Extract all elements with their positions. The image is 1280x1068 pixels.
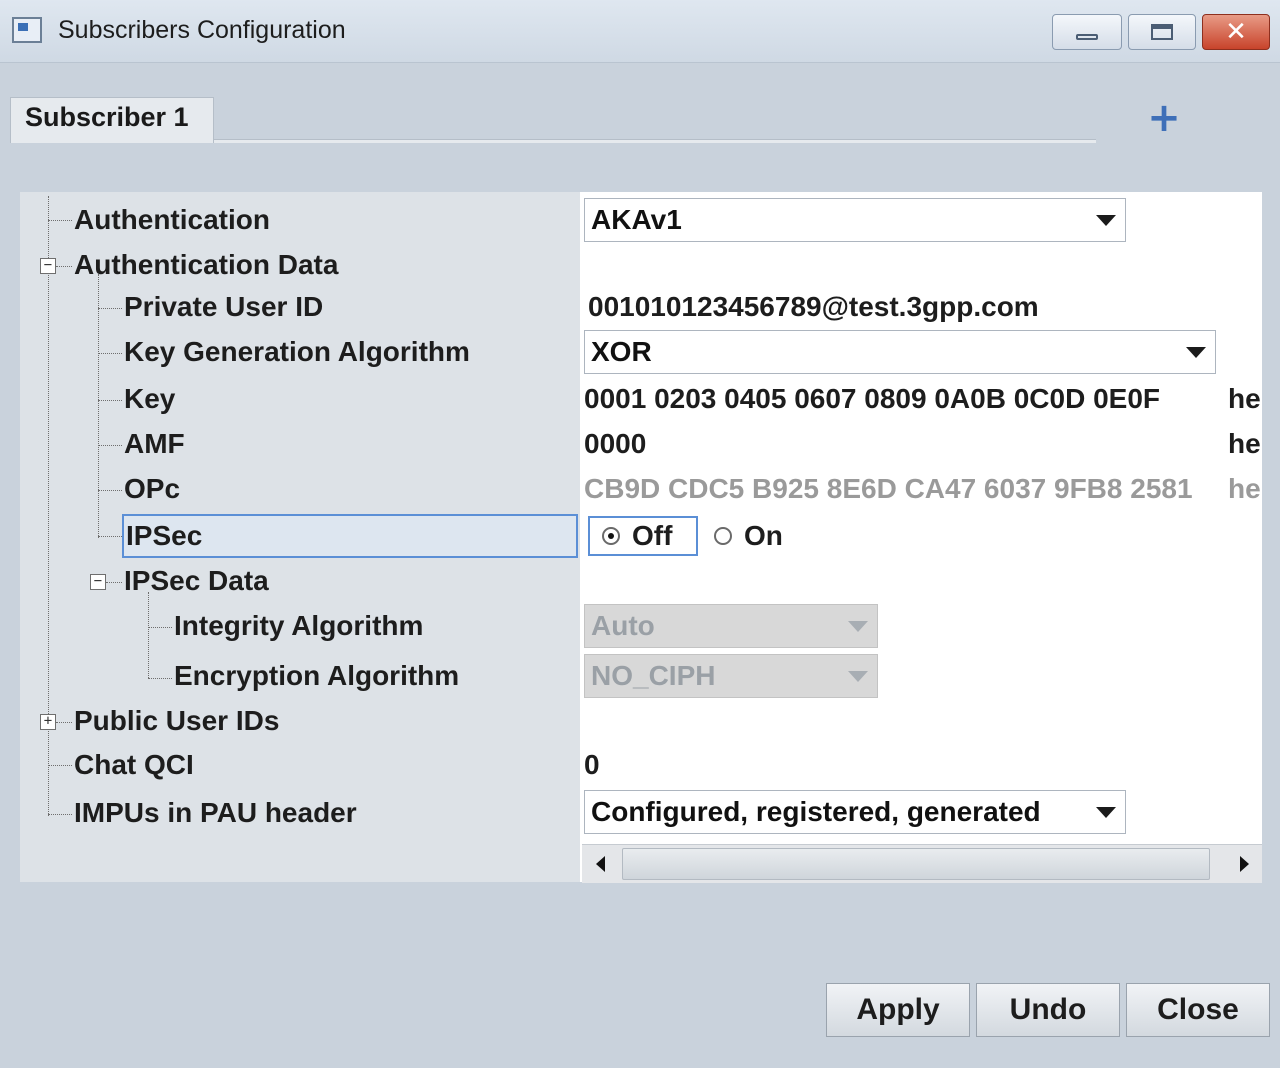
dropdown-arrow-icon[interactable] [1087, 791, 1125, 833]
tree-item-key[interactable]: Key [124, 383, 175, 415]
encryption-algorithm-select: NO_CIPH [584, 654, 878, 698]
tree-item-amf[interactable]: AMF [124, 428, 185, 460]
tree-item-encryption-algorithm[interactable]: Encryption Algorithm [174, 660, 459, 692]
key-value[interactable]: 0001 0203 0405 0607 0809 0A0B 0C0D 0E0F [584, 383, 1160, 415]
tree-item-key-generation-algorithm[interactable]: Key Generation Algorithm [124, 336, 470, 368]
tree-connector [106, 582, 122, 583]
app-icon [12, 17, 42, 43]
tree-item-authentication[interactable]: Authentication [74, 204, 270, 236]
impus-in-pau-header-value: Configured, registered, generated [591, 796, 1041, 827]
property-tree: Authentication − Authentication Data Pri… [20, 192, 580, 882]
tree-connector [98, 274, 99, 538]
window-title: Subscribers Configuration [58, 16, 346, 44]
tree-item-private-user-id[interactable]: Private User ID [124, 291, 323, 323]
apply-button[interactable]: Apply [826, 983, 970, 1037]
tree-connector [48, 814, 72, 815]
horizontal-scrollbar[interactable] [582, 844, 1262, 883]
key-unit-label: he [1228, 383, 1261, 414]
tab-label: Subscriber 1 [25, 102, 189, 132]
key-generation-algorithm-select[interactable]: XOR [584, 330, 1216, 374]
dropdown-arrow-icon [839, 655, 877, 697]
property-values: AKAv1 001010123456789@test.3gpp.com XOR … [580, 192, 1262, 882]
scroll-left-button[interactable] [582, 845, 618, 883]
ipsec-off-label: Off [632, 520, 673, 551]
radio-selected-icon [602, 527, 620, 545]
tree-item-public-user-ids[interactable]: Public User IDs [74, 705, 279, 737]
tree-connector [98, 490, 122, 491]
tree-item-authentication-data[interactable]: Authentication Data [74, 249, 338, 281]
chat-qci-value[interactable]: 0 [584, 749, 600, 781]
expand-public-user-ids-icon[interactable]: + [40, 714, 56, 730]
dropdown-arrow-icon[interactable] [1087, 199, 1125, 241]
tree-connector [148, 678, 172, 679]
arrow-left-icon [595, 856, 605, 872]
collapse-ipsec-data-icon[interactable]: − [90, 574, 106, 590]
scroll-thumb[interactable] [622, 848, 1210, 880]
integrity-algorithm-value: Auto [591, 610, 655, 641]
tree-connector [148, 627, 172, 628]
minimize-icon [1076, 34, 1098, 40]
tree-item-ipsec-data[interactable]: IPSec Data [124, 565, 269, 597]
tree-connector [98, 400, 122, 401]
close-button[interactable]: Close [1126, 983, 1270, 1037]
tree-item-chat-qci[interactable]: Chat QCI [74, 749, 194, 781]
dropdown-arrow-icon[interactable] [1177, 331, 1215, 373]
dropdown-arrow-icon [839, 605, 877, 647]
tree-connector [56, 722, 72, 723]
tree-connector [98, 536, 122, 537]
ipsec-on-label: On [744, 520, 783, 551]
integrity-algorithm-select: Auto [584, 604, 878, 648]
close-icon: ✕ [1225, 17, 1247, 47]
undo-button[interactable]: Undo [976, 983, 1120, 1037]
maximize-button[interactable] [1128, 14, 1196, 50]
tree-item-impus-in-pau-header[interactable]: IMPUs in PAU header [74, 797, 357, 829]
collapse-authentication-data-icon[interactable]: − [40, 258, 56, 274]
tree-connector [48, 220, 72, 221]
add-subscriber-button[interactable]: + [1146, 96, 1182, 140]
radio-unselected-icon [714, 527, 732, 545]
tree-item-ipsec-label: IPSec [126, 520, 203, 551]
tree-connector [98, 353, 122, 354]
opc-unit-label: he [1228, 473, 1261, 504]
key-generation-algorithm-value: XOR [591, 336, 652, 367]
tree-item-ipsec-selected[interactable]: IPSec [122, 514, 578, 558]
maximize-icon [1151, 24, 1173, 40]
amf-value[interactable]: 0000 [584, 428, 646, 460]
amf-unit-label: he [1228, 428, 1261, 459]
arrow-right-icon [1239, 856, 1249, 872]
authentication-select[interactable]: AKAv1 [584, 198, 1126, 242]
minimize-button[interactable] [1052, 14, 1122, 50]
tree-connector [98, 308, 122, 309]
close-window-button[interactable]: ✕ [1202, 14, 1270, 50]
tree-connector [48, 765, 72, 766]
private-user-id-value[interactable]: 001010123456789@test.3gpp.com [588, 291, 1039, 323]
tree-connector [148, 592, 149, 678]
opc-value[interactable]: CB9D CDC5 B925 8E6D CA47 6037 9FB8 2581 [584, 473, 1193, 505]
ipsec-on-radio[interactable]: On [710, 516, 800, 556]
ipsec-off-radio[interactable]: Off [588, 516, 698, 556]
tree-connector [56, 266, 72, 267]
tree-connector [98, 445, 122, 446]
tab-strip-line [214, 139, 1096, 143]
impus-in-pau-header-select[interactable]: Configured, registered, generated [584, 790, 1126, 834]
tree-item-integrity-algorithm[interactable]: Integrity Algorithm [174, 610, 423, 642]
tree-item-opc[interactable]: OPc [124, 473, 180, 505]
scroll-right-button[interactable] [1226, 845, 1262, 883]
title-bar: Subscribers Configuration ✕ [0, 0, 1280, 63]
tab-subscriber-1[interactable]: Subscriber 1 [10, 97, 214, 143]
authentication-value: AKAv1 [591, 204, 682, 235]
encryption-algorithm-value: NO_CIPH [591, 660, 716, 691]
